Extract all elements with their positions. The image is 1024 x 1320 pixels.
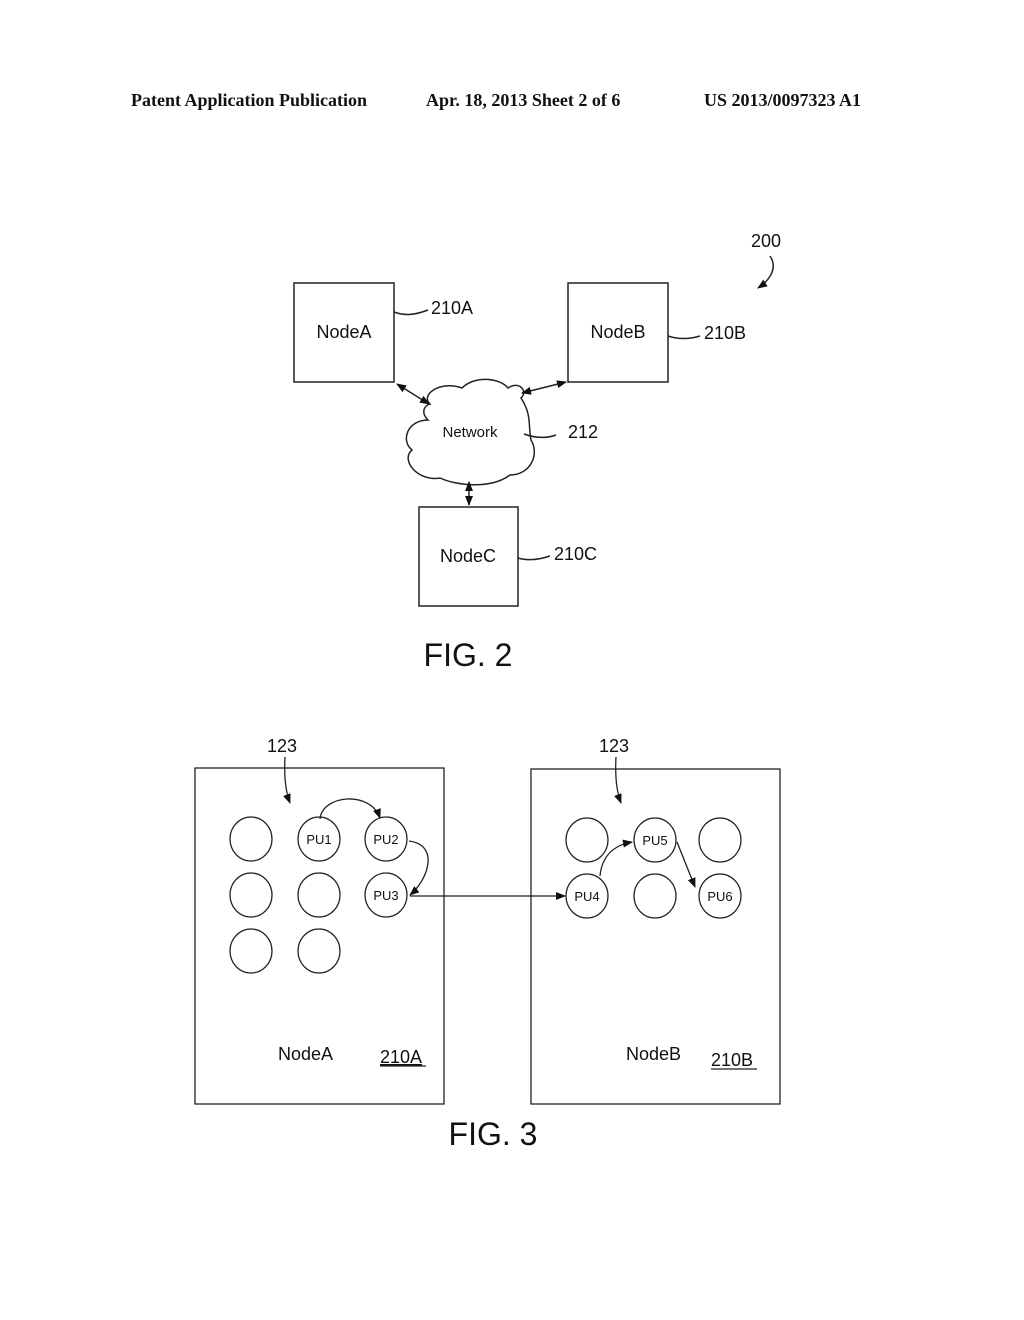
processing-unit-label: PU6 — [707, 889, 732, 904]
right-empty-unit — [633, 873, 677, 919]
processing-unit-label: PU2 — [373, 832, 398, 847]
left-empty-unit — [229, 872, 273, 918]
left-empty-unit — [229, 816, 273, 862]
node-a-label: NodeA — [316, 322, 371, 342]
processing-unit-label: PU1 — [306, 832, 331, 847]
left-empty-unit — [297, 928, 341, 974]
network-label: Network — [442, 424, 498, 441]
link-a-network — [396, 383, 430, 405]
right-empty-unit — [698, 817, 742, 863]
arrow-pu1-pu2 — [319, 798, 381, 820]
left-empty-unit — [229, 928, 273, 974]
processing-unit-label: PU3 — [373, 888, 398, 903]
left-pointer-arrow — [283, 756, 291, 804]
arrow-pu5-pu6 — [676, 841, 696, 888]
node-a-ref: 210A — [431, 298, 473, 318]
node-a-container-label: NodeA — [278, 1044, 333, 1064]
left-empty-unit — [297, 872, 341, 918]
right-pointer-arrow — [614, 756, 622, 804]
fig3: 123 PU1 PU2 PU3 NodeA 210A 123 PU5 PU4 PU6 N… — [194, 736, 781, 1152]
arrow-pu2-pu3 — [408, 840, 429, 896]
node-a-leader — [393, 309, 429, 316]
node-c-leader — [517, 555, 551, 561]
node-c-ref: 210C — [554, 544, 597, 564]
ref-200: 200 — [751, 231, 781, 251]
node-b-container-ref: 210B — [711, 1050, 753, 1070]
processing-unit-label: PU5 — [642, 833, 667, 848]
link-b-network — [521, 380, 567, 395]
node-a-container-ref: 210A — [380, 1047, 422, 1067]
fig3-caption: FIG. 3 — [449, 1116, 538, 1152]
network-ref: 212 — [568, 422, 598, 442]
node-c-label: NodeC — [440, 546, 496, 566]
network-leader — [523, 433, 557, 439]
node-b-label: NodeB — [590, 322, 645, 342]
ref-200-arrow — [757, 255, 774, 289]
figures-canvas: 200 NodeA 210A NodeB 210B Network 212 No… — [194, 231, 781, 1152]
node-b-container-label: NodeB — [626, 1044, 681, 1064]
fig2: 200 NodeA 210A NodeB 210B Network 212 No… — [293, 231, 781, 673]
left-pointer-ref: 123 — [267, 736, 297, 756]
node-b-ref: 210B — [704, 323, 746, 343]
right-pointer-ref: 123 — [599, 736, 629, 756]
node-b-leader — [667, 335, 701, 340]
fig2-caption: FIG. 2 — [424, 637, 513, 673]
right-empty-unit — [565, 817, 609, 863]
processing-unit-label: PU4 — [574, 889, 599, 904]
